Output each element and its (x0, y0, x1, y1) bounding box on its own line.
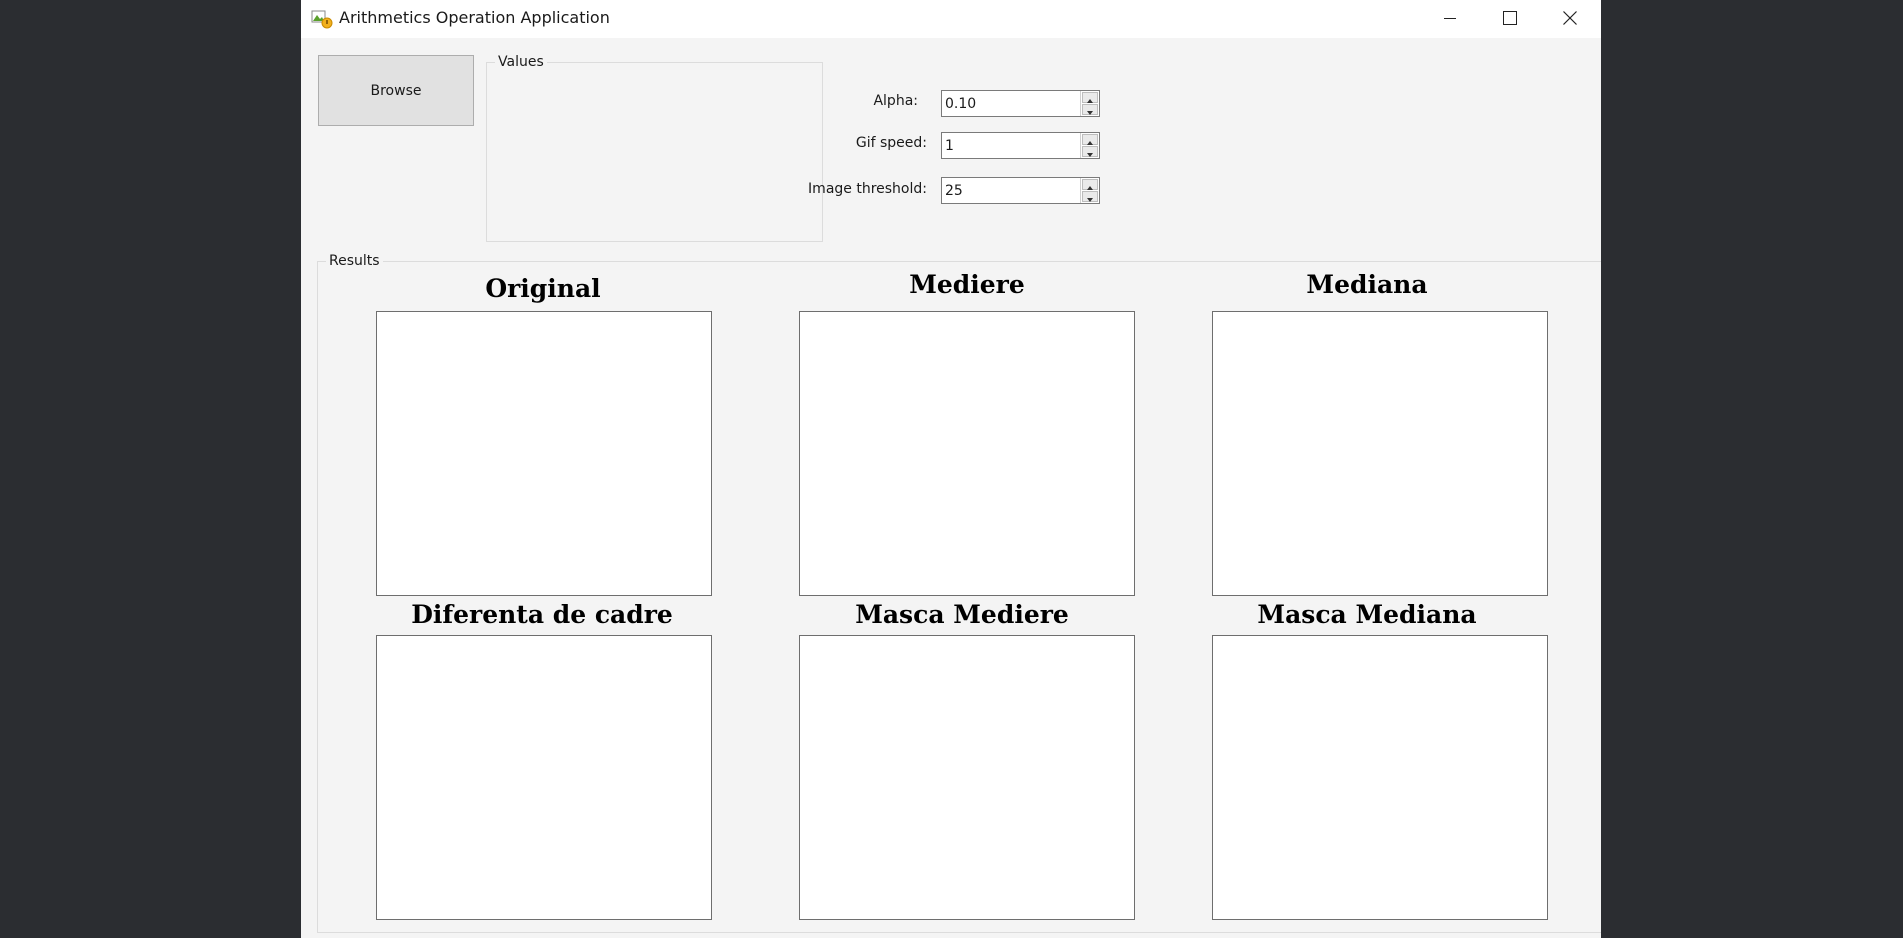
mediere-picture (799, 311, 1135, 596)
maximize-icon (1503, 11, 1517, 25)
original-picture (376, 311, 712, 596)
mediana-title: Mediana (1306, 270, 1428, 299)
values-group-label: Values (495, 54, 547, 70)
values-group: Values (486, 54, 823, 242)
diferenta-de-cadre-title: Diferenta de cadre (411, 600, 673, 629)
masca-mediana-title: Masca Mediana (1257, 600, 1477, 629)
image-threshold-input[interactable] (942, 178, 1078, 203)
results-group-label: Results (326, 253, 383, 269)
alpha-label: Alpha: (873, 93, 918, 109)
diferenta-de-cadre-picture (376, 635, 712, 920)
masca-mediere-picture (799, 635, 1135, 920)
gif-speed-label: Gif speed: (855, 135, 927, 151)
image-threshold-spin-buttons (1080, 178, 1099, 203)
window-title: Arithmetics Operation Application (339, 8, 610, 27)
alpha-input[interactable] (942, 91, 1078, 116)
close-icon (1563, 11, 1577, 25)
image-threshold-spin-down-button[interactable] (1082, 191, 1098, 202)
minimize-icon (1444, 12, 1456, 24)
spin-down-arrow-icon (1087, 100, 1093, 119)
alpha-stepper[interactable] (941, 90, 1100, 117)
image-threshold-stepper[interactable] (941, 177, 1100, 204)
image-threshold-label: Image threshold: (808, 181, 927, 197)
mediere-title: Mediere (909, 270, 1025, 299)
gif-speed-spin-down-button[interactable] (1082, 146, 1098, 157)
alpha-spin-down-button[interactable] (1082, 104, 1098, 115)
app-image-icon (311, 9, 333, 29)
app-window: Arithmetics Operation Application Browse… (301, 0, 1601, 938)
spin-down-arrow-icon (1087, 187, 1093, 206)
close-button[interactable] (1540, 0, 1600, 36)
spin-down-arrow-icon (1087, 142, 1093, 161)
browse-button[interactable]: Browse (318, 55, 474, 126)
maximize-button[interactable] (1480, 0, 1540, 36)
title-bar[interactable]: Arithmetics Operation Application (301, 0, 1601, 38)
gif-speed-spin-buttons (1080, 133, 1099, 158)
alpha-spin-buttons (1080, 91, 1099, 116)
original-title: Original (485, 274, 601, 303)
gif-speed-input[interactable] (942, 133, 1078, 158)
masca-mediana-picture (1212, 635, 1548, 920)
masca-mediere-title: Masca Mediere (855, 600, 1069, 629)
minimize-button[interactable] (1420, 0, 1480, 36)
gif-speed-stepper[interactable] (941, 132, 1100, 159)
mediana-picture (1212, 311, 1548, 596)
